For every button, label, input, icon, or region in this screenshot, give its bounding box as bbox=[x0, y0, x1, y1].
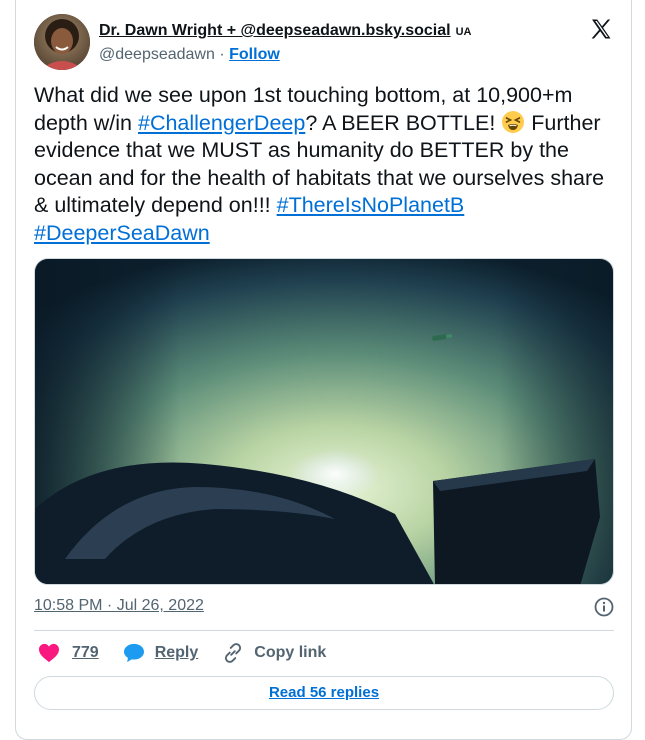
info-icon[interactable] bbox=[594, 597, 614, 617]
like-count: 779 bbox=[72, 644, 99, 661]
copy-link-action[interactable]: Copy link bbox=[222, 642, 326, 664]
tweet-timestamp[interactable]: 10:58 PM · Jul 26, 2022 bbox=[34, 597, 204, 614]
reply-action[interactable]: Reply bbox=[123, 643, 199, 663]
tweet-photo[interactable] bbox=[34, 258, 614, 585]
hashtag-thereisnoplanetb[interactable]: #ThereIsNoPlanetB bbox=[277, 193, 465, 217]
handle-row: @deepseadawn · Follow bbox=[99, 46, 471, 64]
tweet-text: What did we see upon 1st touching bottom… bbox=[34, 82, 624, 247]
tired-face-emoji-icon bbox=[502, 110, 525, 133]
link-icon bbox=[225, 643, 242, 663]
read-replies-button[interactable]: Read 56 replies bbox=[34, 676, 614, 710]
x-logo-icon[interactable] bbox=[589, 17, 613, 41]
divider bbox=[34, 630, 614, 631]
copy-link-label: Copy link bbox=[254, 644, 327, 661]
avatar-photo bbox=[34, 14, 90, 70]
action-bar: 779 Reply Copy link bbox=[38, 640, 350, 666]
tweet-card: Dr. Dawn Wright + @deepseadawn.bsky.soci… bbox=[15, 0, 632, 740]
tweet-header: Dr. Dawn Wright + @deepseadawn.bsky.soci… bbox=[34, 14, 613, 70]
author-handle[interactable]: @deepseadawn bbox=[99, 46, 215, 63]
tweet-text-part-2: ? A BEER BOTTLE! bbox=[305, 110, 502, 135]
author-names: Dr. Dawn Wright + @deepseadawn.bsky.soci… bbox=[99, 22, 471, 64]
country-badge: UA bbox=[455, 26, 472, 38]
reply-label: Reply bbox=[154, 644, 199, 661]
follow-button[interactable]: Follow bbox=[229, 46, 280, 63]
separator-dot: · bbox=[219, 46, 225, 63]
hashtag-challengerdeep[interactable]: #ChallengerDeep bbox=[138, 111, 305, 135]
author-display-name[interactable]: Dr. Dawn Wright + @deepseadawn.bsky.soci… bbox=[99, 22, 451, 39]
timestamp-row: 10:58 PM · Jul 26, 2022 bbox=[34, 597, 614, 621]
reply-bubble-icon bbox=[123, 643, 144, 663]
heart-icon bbox=[39, 643, 59, 663]
seafloor-photo bbox=[35, 259, 613, 584]
avatar[interactable] bbox=[34, 14, 90, 70]
like-action[interactable]: 779 bbox=[38, 643, 99, 663]
hashtag-deeperseadawn[interactable]: #DeeperSeaDawn bbox=[34, 221, 210, 245]
